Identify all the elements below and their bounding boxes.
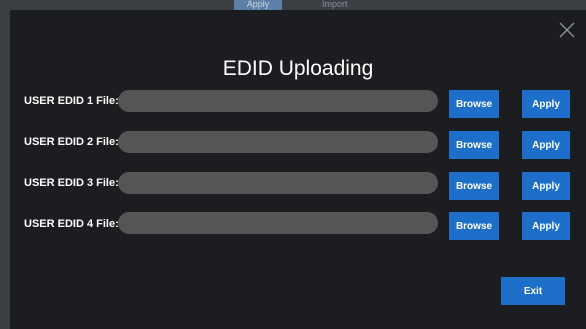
user-edid-3-label: USER EDID 3 File:	[24, 177, 119, 189]
browse-button-3[interactable]: Browse	[449, 172, 499, 200]
user-edid-4-label: USER EDID 4 File:	[24, 218, 119, 230]
dialog-title: EDID Uploading	[222, 57, 374, 80]
user-edid-1-label: USER EDID 1 File:	[24, 95, 119, 107]
close-icon	[559, 22, 575, 38]
apply-button-3[interactable]: Apply	[522, 172, 570, 200]
close-button[interactable]	[557, 20, 577, 40]
background-import-tab: Import	[322, 0, 348, 9]
user-edid-2-file-field[interactable]	[118, 131, 438, 153]
user-edid-1-file-field[interactable]	[118, 90, 438, 112]
apply-button-4[interactable]: Apply	[522, 212, 570, 240]
user-edid-3-file-field[interactable]	[118, 172, 438, 194]
browse-button-4[interactable]: Browse	[449, 212, 499, 240]
user-edid-4-file-field[interactable]	[118, 212, 438, 234]
background-apply-tab: Apply	[234, 0, 282, 10]
browse-button-1[interactable]: Browse	[449, 90, 499, 118]
apply-button-2[interactable]: Apply	[522, 131, 570, 159]
user-edid-2-label: USER EDID 2 File:	[24, 136, 119, 148]
apply-button-1[interactable]: Apply	[522, 90, 570, 118]
browse-button-2[interactable]: Browse	[449, 131, 499, 159]
exit-button[interactable]: Exit	[501, 277, 565, 305]
